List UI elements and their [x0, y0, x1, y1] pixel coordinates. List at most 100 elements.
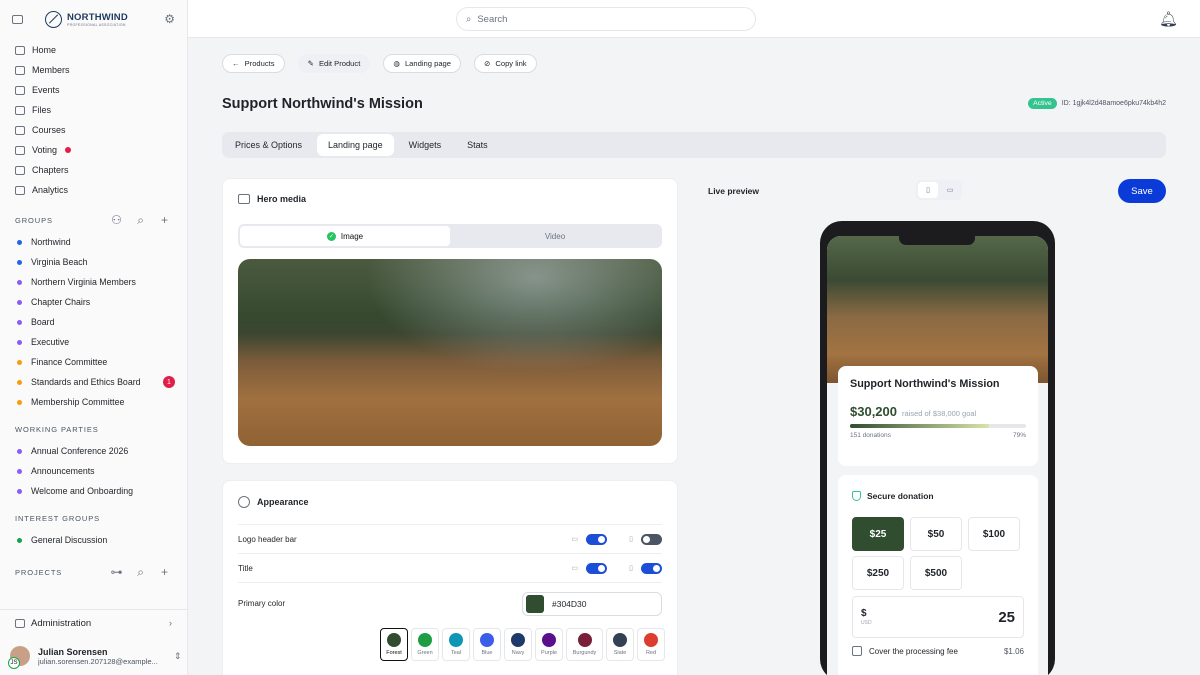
group-item[interactable]: Northern Virginia Members [0, 272, 187, 292]
nav-item-chapters[interactable]: Chapters [0, 160, 187, 180]
amount-option[interactable]: $50 [910, 517, 962, 551]
search-icon[interactable]: ⌕ [134, 213, 148, 228]
goal-text: raised of $38,000 goal [902, 409, 977, 418]
landing-page-button[interactable]: ◍ Landing page [383, 54, 461, 73]
search-input[interactable]: ⌕ Search [456, 7, 756, 31]
group-item[interactable]: Executive [0, 332, 187, 352]
swatch-slate[interactable]: Slate [606, 628, 634, 661]
amount-option[interactable]: $100 [968, 517, 1020, 551]
amount-option[interactable]: $500 [910, 556, 962, 590]
primary-color-input[interactable]: #304D30 [522, 591, 662, 616]
plus-icon[interactable]: + [158, 213, 172, 227]
swatch-color [613, 633, 627, 647]
logo-header-mobile-toggle[interactable] [641, 533, 662, 545]
processing-fee-option[interactable]: Cover the processing fee $1.06 [852, 646, 1024, 656]
mobile-preview-icon[interactable]: ▯ [918, 182, 938, 198]
swatch-green[interactable]: Green [411, 628, 439, 661]
desktop-preview-icon[interactable]: ▭ [940, 182, 960, 198]
swatch-color [644, 633, 658, 647]
media-option-image[interactable]: ✓ Image [240, 226, 450, 246]
group-item[interactable]: Membership Committee [0, 392, 187, 412]
swatch-forest[interactable]: Forest [380, 628, 408, 661]
back-to-products-button[interactable]: ← Products [222, 54, 285, 73]
group-item[interactable]: Board [0, 312, 187, 332]
phone-notch [899, 236, 975, 245]
group-item[interactable]: Virginia Beach [0, 252, 187, 272]
sidebar-header: NORTHWIND PROFESSIONAL ASSOCIATION ⚙ [0, 0, 187, 38]
settings-gear-icon[interactable]: ⚙ [164, 12, 175, 26]
media-option-video[interactable]: Video [450, 226, 660, 246]
tab-landing-page[interactable]: Landing page [317, 134, 394, 156]
nav-item-home[interactable]: Home [0, 40, 187, 60]
swatch-red[interactable]: Red [637, 628, 665, 661]
tab-stats[interactable]: Stats [456, 134, 499, 156]
option-label: Image [340, 231, 364, 241]
hierarchy-icon[interactable]: ⊶ [110, 565, 124, 579]
link-icon: ⊘ [483, 59, 491, 68]
user-menu[interactable]: JS Julian Sorensen julian.sorensen.20712… [0, 637, 187, 675]
group-label: Welcome and Onboarding [31, 486, 134, 496]
group-item[interactable]: Announcements [0, 461, 187, 481]
avatar: JS [8, 646, 30, 669]
bell-icon[interactable]: 🔔︎ [1159, 10, 1178, 28]
swatch-purple[interactable]: Purple [535, 628, 563, 661]
card-title: Appearance [257, 497, 309, 507]
nav-item-voting[interactable]: Voting [0, 140, 187, 160]
swatch-navy[interactable]: Navy [504, 628, 532, 661]
nav-item-files[interactable]: Files [0, 100, 187, 120]
tab-widgets[interactable]: Widgets [398, 134, 453, 156]
save-button[interactable]: Save [1118, 179, 1166, 203]
card-header: Appearance [223, 481, 677, 508]
nav-item-members[interactable]: Members [0, 60, 187, 80]
sidebar-toggle-icon[interactable] [12, 14, 23, 24]
group-item[interactable]: Northwind [0, 232, 187, 252]
group-item[interactable]: Chapter Chairs [0, 292, 187, 312]
row-label: Logo header bar [238, 534, 297, 544]
search-icon[interactable]: ⌕ [134, 565, 148, 580]
amount-option[interactable]: $250 [852, 556, 904, 590]
swatch-blue[interactable]: Blue [473, 628, 501, 661]
currency-symbol: $ [861, 607, 867, 619]
product-tabs: Prices & Options Landing page Widgets St… [222, 132, 1166, 158]
custom-amount-input[interactable]: $ USD 25 [852, 596, 1024, 638]
edit-product-button[interactable]: ✎ Edit Product [297, 54, 371, 73]
swatch-color [449, 633, 463, 647]
amount-option[interactable]: $25 [852, 517, 904, 551]
nav-label: Courses [32, 125, 66, 135]
nav-item-analytics[interactable]: Analytics [0, 180, 187, 200]
nav-label: Analytics [32, 185, 69, 195]
voting-icon [15, 145, 25, 155]
group-item[interactable]: General Discussion [0, 530, 187, 550]
hero-image-wheat-field[interactable] [238, 259, 662, 446]
group-item[interactable]: Standards and Ethics Board 1 [0, 372, 187, 392]
swatch-label: Burgundy [572, 650, 597, 656]
group-dot [17, 299, 22, 305]
members-icon[interactable]: ⚇ [110, 213, 124, 227]
progress-meta: 151 donations 79% [850, 432, 1026, 439]
tab-prices-options[interactable]: Prices & Options [224, 134, 313, 156]
logo[interactable]: NORTHWIND PROFESSIONAL ASSOCIATION [45, 10, 128, 28]
section-title: WORKING PARTIES [15, 424, 99, 434]
group-label: Announcements [31, 466, 95, 476]
members-icon [15, 65, 25, 75]
nav-item-courses[interactable]: Courses [0, 120, 187, 140]
group-label: Standards and Ethics Board [31, 377, 141, 387]
group-label: Membership Committee [31, 397, 125, 407]
copy-link-button[interactable]: ⊘ Copy link [473, 54, 537, 73]
group-item[interactable]: Welcome and Onboarding [0, 481, 187, 501]
plus-icon[interactable]: + [158, 565, 172, 579]
logo-header-bar-row: Logo header bar ▭ ▯ [238, 524, 662, 553]
nav-item-events[interactable]: Events [0, 80, 187, 100]
fee-checkbox[interactable] [852, 646, 862, 656]
logo-header-desktop-toggle[interactable] [586, 533, 608, 545]
administration-link[interactable]: Administration › [0, 609, 187, 637]
group-item[interactable]: Annual Conference 2026 [0, 441, 187, 461]
swatch-teal[interactable]: Teal [442, 628, 470, 661]
title-desktop-toggle[interactable] [586, 562, 608, 574]
group-label: Chapter Chairs [31, 297, 91, 307]
group-item[interactable]: Finance Committee [0, 352, 187, 372]
title-mobile-toggle[interactable] [641, 562, 662, 574]
group-dot [17, 339, 22, 345]
swatch-burgundy[interactable]: Burgundy [566, 628, 603, 661]
media-type-toggle: ✓ Image Video [238, 224, 662, 248]
